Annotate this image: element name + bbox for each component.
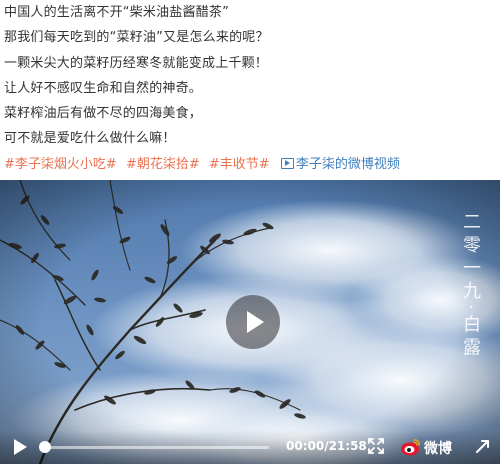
fullscreen-icon[interactable]: [368, 438, 384, 454]
weibo-logo[interactable]: 微博: [400, 435, 462, 459]
weibo-brand-text: 微博: [424, 441, 452, 457]
post-line: 菜籽榨油后有做不尽的四海美食，: [4, 106, 203, 122]
video-source-label: 李子柒的微博视频: [295, 156, 400, 172]
video-overlay-date: 二零一九·白露: [460, 212, 481, 361]
post-line: 让人好不感叹生命和自然的神奇。: [4, 80, 203, 96]
post-line: 一颗米尖大的菜籽历经寒冬就能变成上千颗！: [4, 55, 269, 71]
post-line: 可不就是爱吃什么做什么嘛！: [4, 131, 176, 147]
post-line: 那我们每天吃到的“菜籽油”又是怎么来的呢？: [4, 30, 269, 46]
topic-tags: #李子柒烟火小吃# #朝花柒拾# #丰收节# 李子柒的微博视频: [4, 152, 496, 177]
progress-bar[interactable]: [45, 446, 269, 449]
speed-icon[interactable]: [474, 437, 492, 455]
weibo-eye-icon: [401, 439, 420, 456]
topic-tag-fengshou[interactable]: #丰收节#: [209, 157, 270, 172]
progress-knob[interactable]: [39, 441, 51, 453]
video-link-icon: [280, 157, 294, 169]
post-text: 中国人的生活离不开“柴米油盐酱醋茶” 那我们每天吃到的“菜籽油”又是怎么来的呢？…: [4, 0, 496, 177]
play-icon[interactable]: [14, 439, 27, 455]
post-line: 中国人的生活离不开“柴米油盐酱醋茶”: [4, 5, 230, 20]
topic-tag-yanhuo[interactable]: #李子柒烟火小吃#: [4, 157, 117, 172]
big-play-button[interactable]: [226, 295, 280, 349]
time-display: 00:00/21:58: [286, 439, 367, 453]
player-controls: 00:00/21:58 微博: [0, 430, 500, 464]
topic-tag-zhaohua[interactable]: #朝花柒拾#: [126, 157, 200, 172]
video-source-link[interactable]: 李子柒的微博视频: [279, 157, 400, 172]
video-player[interactable]: 二零一九·白露 00:00/21:58 微博: [0, 180, 500, 464]
